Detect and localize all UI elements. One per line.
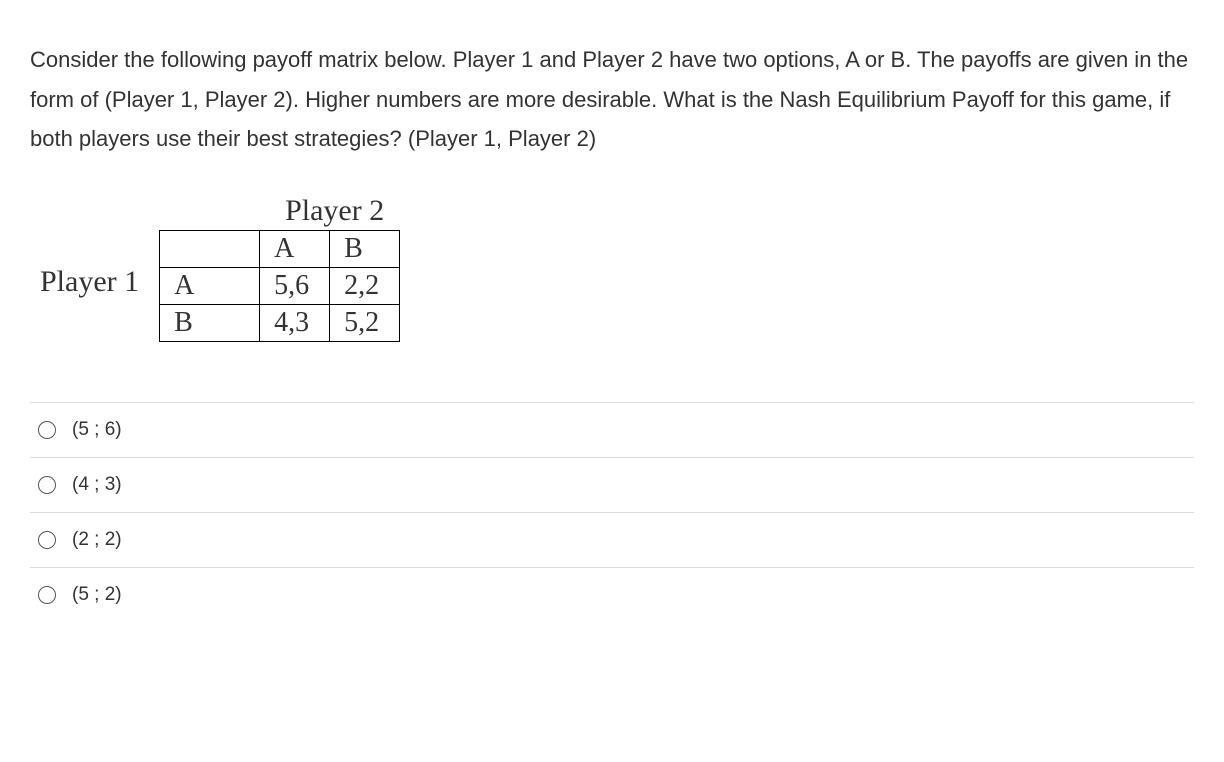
cell-ab: 2,2 bbox=[330, 267, 400, 304]
row-header-b: B bbox=[160, 304, 260, 341]
option-label[interactable]: (5 ; 2) bbox=[72, 584, 122, 606]
question-text: Consider the following payoff matrix bel… bbox=[30, 40, 1194, 159]
cell-aa: 5,6 bbox=[260, 267, 330, 304]
payoff-table: A B A 5,6 2,2 B 4,3 5,2 bbox=[159, 230, 400, 342]
options-container: (5 ; 6) (4 ; 3) (2 ; 2) (5 ; 2) bbox=[30, 402, 1194, 622]
option-row[interactable]: (5 ; 2) bbox=[30, 567, 1194, 622]
cell-ba: 4,3 bbox=[260, 304, 330, 341]
radio-button[interactable] bbox=[38, 531, 56, 549]
player1-label: Player 1 bbox=[40, 265, 139, 299]
payoff-matrix-container: Player 1 Player 2 A B A 5,6 2,2 B 4,3 5,… bbox=[40, 194, 1194, 342]
col-header-b: B bbox=[330, 230, 400, 267]
option-label[interactable]: (5 ; 6) bbox=[72, 419, 122, 441]
table-corner-cell bbox=[160, 230, 260, 267]
radio-button[interactable] bbox=[38, 476, 56, 494]
option-row[interactable]: (5 ; 6) bbox=[30, 402, 1194, 457]
radio-button[interactable] bbox=[38, 421, 56, 439]
radio-button[interactable] bbox=[38, 586, 56, 604]
option-row[interactable]: (2 ; 2) bbox=[30, 512, 1194, 567]
player2-label: Player 2 bbox=[285, 194, 384, 228]
option-label[interactable]: (2 ; 2) bbox=[72, 529, 122, 551]
row-header-a: A bbox=[160, 267, 260, 304]
option-row[interactable]: (4 ; 3) bbox=[30, 457, 1194, 512]
option-label[interactable]: (4 ; 3) bbox=[72, 474, 122, 496]
col-header-a: A bbox=[260, 230, 330, 267]
cell-bb: 5,2 bbox=[330, 304, 400, 341]
